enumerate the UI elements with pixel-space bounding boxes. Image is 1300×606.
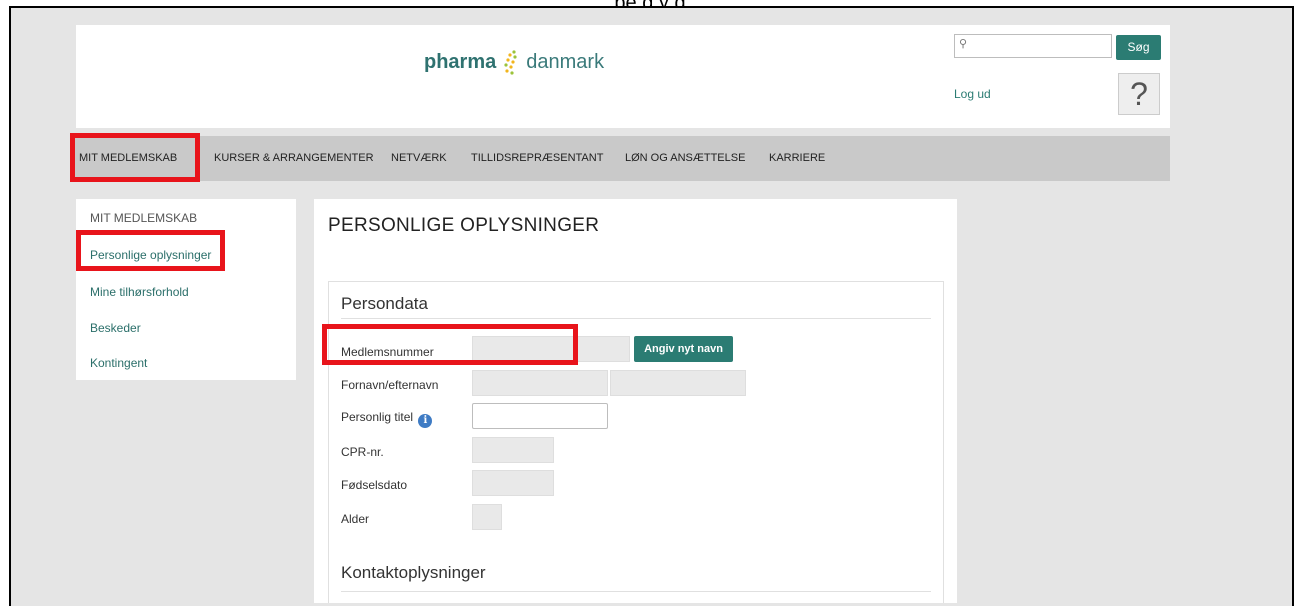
foedselsdato-field — [472, 470, 554, 496]
nav-karriere[interactable]: KARRIERE — [769, 136, 825, 181]
nav-netvaerk[interactable]: NETVÆRK — [391, 136, 447, 181]
search-button[interactable]: Søg — [1116, 35, 1161, 60]
efternavn-field — [610, 370, 746, 396]
section-divider-kontakt — [341, 591, 931, 592]
highlight-box-medlemsnummer — [322, 324, 578, 365]
sidebar-item-beskeder[interactable]: Beskeder — [90, 321, 141, 335]
logo-brand-text: pharma — [424, 50, 497, 73]
logo-rest-text: danmark — [526, 50, 605, 73]
nav-loen-ansaettelse[interactable]: LØN OG ANSÆTTELSE — [625, 136, 745, 181]
section-divider — [341, 318, 931, 319]
search-icon: ⚲ — [959, 38, 968, 50]
label-alder: Alder — [341, 512, 370, 526]
info-icon[interactable]: i — [418, 414, 433, 428]
highlight-box-sidebar — [76, 230, 225, 271]
label-personlig-titel-text: Personlig titel — [341, 410, 414, 424]
label-personlig-titel: Personlig titel i — [341, 410, 433, 428]
logo-dots-icon — [504, 50, 517, 75]
main-nav: MIT MEDLEMSKAB KURSER & ARRANGEMENTER NE… — [70, 136, 1170, 181]
sidebar-item-mine-tilhoersforhold[interactable]: Mine tilhørsforhold — [90, 285, 189, 299]
main-content: PERSONLIGE OPLYSNINGER Persondata Medlem… — [314, 199, 957, 603]
angiv-nyt-navn-button[interactable]: Angiv nyt navn — [634, 336, 733, 362]
logout-link[interactable]: Log ud — [954, 87, 991, 101]
nav-kurser-arrangementer[interactable]: KURSER & ARRANGEMENTER — [214, 136, 374, 181]
nav-tillidsrepraesentant[interactable]: TILLIDSREPRÆSENTANT — [471, 136, 603, 181]
label-cpr-nr: CPR-nr. — [341, 445, 384, 459]
highlight-box-nav — [70, 133, 200, 182]
page-title: PERSONLIGE OPLYSNINGER — [328, 215, 600, 236]
search-input[interactable]: ⚲ — [954, 34, 1112, 58]
section-title-persondata: Persondata — [341, 294, 428, 313]
label-fornavn-efternavn: Fornavn/efternavn — [341, 378, 439, 392]
alder-field — [472, 504, 502, 530]
label-foedselsdato: Fødselsdato — [341, 478, 408, 492]
pharmadanmark-logo[interactable]: pharma danmark — [424, 49, 604, 75]
sidebar: MIT MEDLEMSKAB Personlige oplysninger Mi… — [76, 199, 296, 380]
sidebar-item-kontingent[interactable]: Kontingent — [90, 356, 147, 370]
sidebar-heading[interactable]: MIT MEDLEMSKAB — [90, 211, 197, 225]
fornavn-field — [472, 370, 608, 396]
help-icon[interactable]: ? — [1118, 73, 1160, 115]
personlig-titel-input[interactable] — [472, 403, 608, 429]
section-title-kontaktoplysninger: Kontaktoplysninger — [341, 563, 486, 582]
cpr-field — [472, 437, 554, 463]
